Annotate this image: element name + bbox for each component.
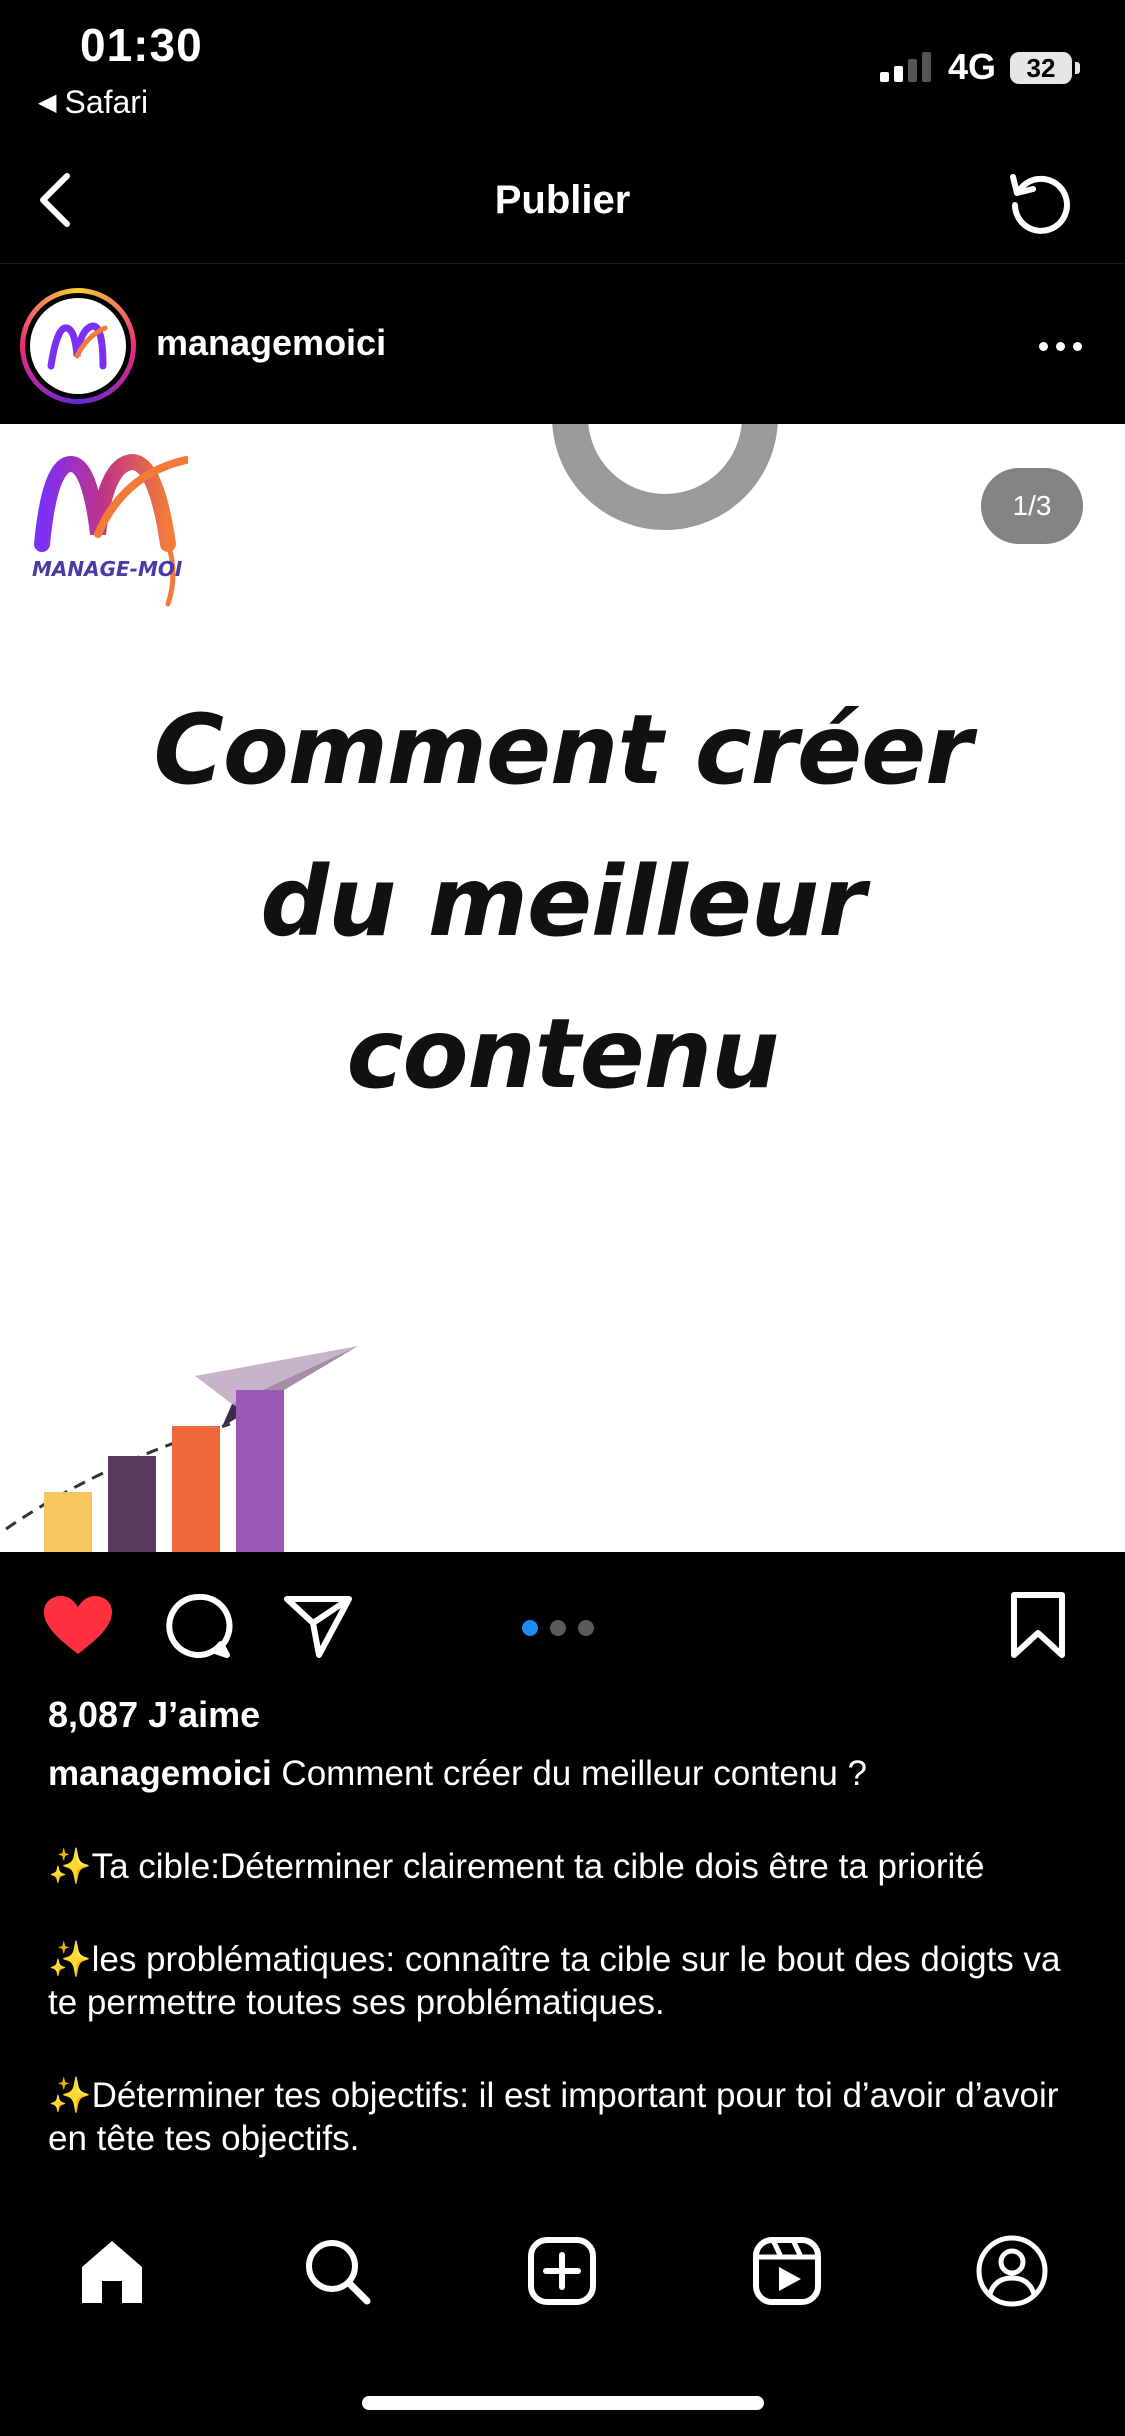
home-indicator[interactable] [362,2396,764,2410]
status-bar: 01:30 ◀ Safari 4G 32 [0,0,1125,130]
post-username[interactable]: managemoici [156,322,386,364]
headline-line-2: du meilleur [260,846,865,958]
caption-paragraph: ✨Déterminer tes objectifs: il est import… [48,2074,1088,2160]
page-title: Publier [494,178,631,222]
status-time: 01:30 [80,19,203,71]
network-type: 4G [948,46,997,87]
avatar-logo-icon [30,298,126,394]
caption-paragraph-text: Ta cible:Déterminer clairement ta cible … [91,1847,985,1886]
create-icon[interactable] [517,2226,607,2316]
comment-icon[interactable] [158,1586,238,1666]
post-header: managemoici [0,266,1125,424]
sparkle-icon: ✨ [48,1940,92,1979]
headline-line-3: contenu [346,998,780,1110]
more-options-icon[interactable] [1030,326,1090,366]
brand-logo: MANAGE-MOI [28,444,190,619]
avatar[interactable] [20,288,136,404]
growth-chart-illustration [0,1304,380,1552]
carousel-dot-active [522,1620,538,1636]
caption-paragraph: ✨Ta cible:Déterminer clairement ta cible… [48,1845,1088,1888]
caption-intro-text: Comment créer du meilleur contenu ? [271,1754,867,1793]
profile-icon[interactable] [967,2226,1057,2316]
caption-paragraph-text: Déterminer tes objectifs: il est importa… [48,2076,1059,2158]
signal-icon [880,50,931,82]
battery-icon: 32 [1010,52,1072,84]
search-icon[interactable] [292,2226,382,2316]
post-caption: managemoici Comment créer du meilleur co… [48,1752,1088,2182]
battery-nub [1075,62,1080,74]
carousel-dot [550,1620,566,1636]
brand-logo-text: MANAGE-MOI [32,557,183,581]
heart-icon[interactable] [38,1586,118,1666]
sparkle-icon: ✨ [48,2076,92,2115]
back-app-label: Safari [64,84,149,120]
carousel-dots [522,1620,594,1636]
back-triangle-icon: ◀ [38,89,57,116]
reels-icon[interactable] [742,2226,832,2316]
headline-line-1: Comment créer [153,694,972,806]
back-to-safari[interactable]: ◀ Safari [38,84,148,121]
media-headline: Comment créer du meilleur contenu [0,674,1125,1130]
sparkle-icon: ✨ [48,1847,92,1886]
carousel-counter: 1/3 [981,468,1083,544]
home-icon[interactable] [67,2226,157,2316]
caption-username[interactable]: managemoici [48,1754,272,1793]
post-media[interactable]: MANAGE-MOI 1/3 Comment créer du meilleur… [0,424,1125,1552]
post-actions [0,1552,1125,1692]
caption-paragraph: ✨les problématiques: connaître ta cible … [48,1938,1088,2024]
caption-intro: managemoici Comment créer du meilleur co… [48,1752,1088,1795]
bookmark-icon[interactable] [998,1586,1078,1666]
caption-paragraph-text: les problématiques: connaître ta cible s… [48,1940,1061,2022]
refresh-icon[interactable] [1000,162,1080,242]
decorative-ring [552,424,778,530]
carousel-dot [578,1620,594,1636]
nav-header: Publier [0,140,1125,264]
likes-count[interactable]: 8,087 J’aime [48,1694,260,1736]
share-icon[interactable] [278,1586,358,1666]
